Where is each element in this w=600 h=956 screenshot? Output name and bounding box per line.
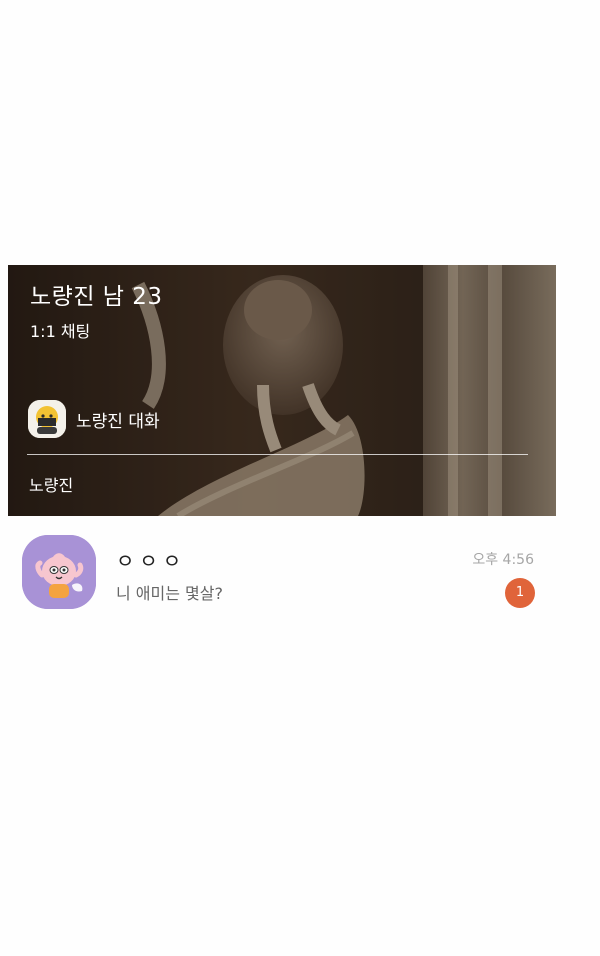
chat-name: ㅇㅇㅇ [116, 549, 187, 573]
conversation-label: 노량진 대화 [76, 411, 160, 432]
divider [27, 454, 528, 455]
message-time: 오후 4:56 [472, 552, 534, 568]
chat-room-card[interactable]: 노량진 남 23 1:1 채팅 노량진 대화 노량진 [8, 265, 556, 516]
owner-name: 노량진 [29, 476, 74, 495]
peach-character-avatar [22, 535, 96, 609]
unread-count-badge: 1 [505, 578, 535, 608]
chat-type-label: 1:1 채팅 [30, 322, 91, 341]
conversation-link[interactable]: 노량진 대화 [28, 400, 160, 438]
chat-list-item[interactable]: ㅇㅇㅇ 니 애미는 몇살? 오후 4:56 1 [0, 527, 560, 623]
profile-character-icon [28, 400, 66, 438]
room-title: 노량진 남 23 [30, 284, 163, 310]
screen: 노량진 남 23 1:1 채팅 노량진 대화 노량진 ㅇㅇㅇ 니 애미는 몇살?… [0, 0, 600, 956]
last-message-preview: 니 애미는 몇살? [116, 584, 223, 603]
